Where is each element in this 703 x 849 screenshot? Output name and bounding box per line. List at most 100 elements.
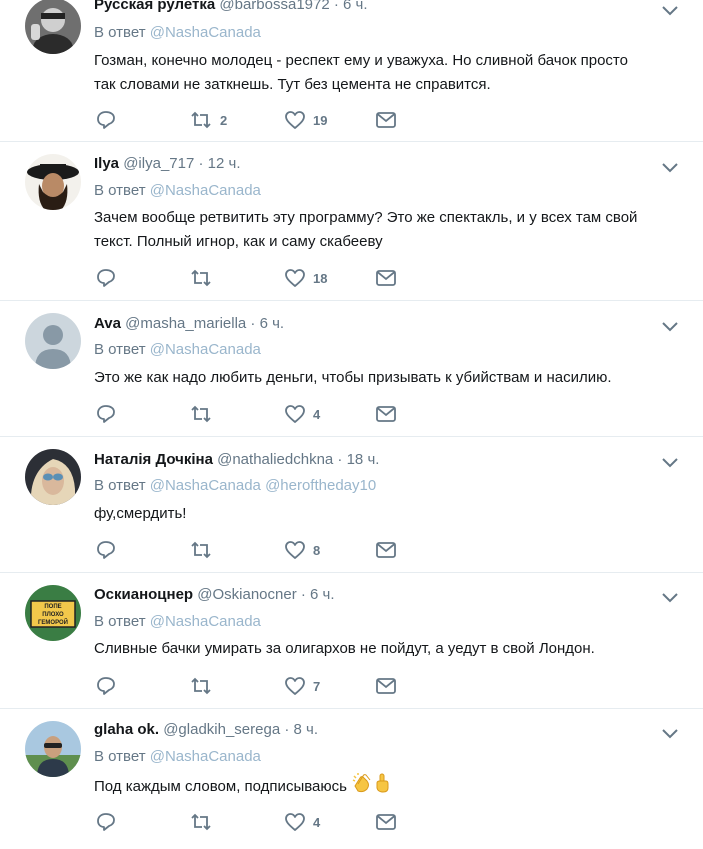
like-count: 8 (313, 542, 321, 558)
author-handle[interactable]: @masha_mariella (125, 315, 246, 332)
author-name[interactable]: Русская рулетка (94, 0, 215, 13)
retweet-icon (191, 111, 211, 129)
heart-icon (285, 677, 305, 695)
author-name[interactable]: Ilya (94, 155, 119, 172)
retweet-count: 2 (220, 112, 228, 128)
author-name[interactable]: Оскианоцнер (94, 586, 193, 603)
avatar[interactable] (25, 0, 81, 54)
reply-context: В ответ @NashaCanada (94, 182, 261, 199)
tweet-item: Русская рулетка @barbossa1972 · 6 ч. В о… (0, 0, 703, 142)
tweet-item: ПОПЕ ПЛОХО ГЕМОРОЙ Оскианоцнер @Oskianocne… (0, 573, 703, 709)
author-name[interactable]: Ava (94, 315, 121, 332)
message-button[interactable] (376, 674, 396, 698)
reply-button[interactable] (96, 810, 116, 834)
reply-context: В ответ @NashaCanada (94, 24, 261, 41)
avatar-sign-line: ПОПЕ (44, 604, 61, 610)
tweet-text: Под каждым словом, подписываюсь (94, 772, 694, 802)
avatar-sign-line: ГЕМОРОЙ (38, 618, 68, 626)
reply-button[interactable] (96, 674, 116, 698)
reply-button[interactable] (96, 108, 116, 132)
retweet-button[interactable] (190, 810, 220, 834)
retweet-button[interactable] (190, 674, 220, 698)
author-handle[interactable]: @Oskianocner (197, 586, 296, 603)
avatar[interactable]: ПОПЕ ПЛОХО ГЕМОРОЙ (25, 585, 81, 641)
avatar-sign-line: ПЛОХО (42, 612, 64, 618)
tweet-actions: 4 (96, 402, 416, 426)
author-name[interactable]: glaha ok. (94, 721, 159, 738)
like-count: 4 (313, 814, 321, 830)
heart-icon (285, 541, 305, 559)
message-button[interactable] (376, 402, 396, 426)
mention-link[interactable]: @NashaCanada (150, 341, 261, 358)
timestamp[interactable]: 6 ч. (343, 0, 368, 13)
author-handle[interactable]: @ilya_717 (123, 155, 194, 172)
avatar[interactable] (25, 154, 81, 210)
message-button[interactable] (376, 810, 396, 834)
tweet-actions: 8 (96, 538, 416, 562)
envelope-icon (376, 542, 396, 558)
reply-icon (97, 677, 115, 695)
heart-icon (285, 111, 305, 129)
like-button[interactable]: 18 (285, 266, 327, 290)
mention-link[interactable]: @heroftheday10 (265, 477, 376, 494)
tweet-item: Наталія Дочкіна @nathaliedchkna · 18 ч. … (0, 437, 703, 573)
tweet-text: Гозман, конечно молодец - респект ему и … (94, 52, 628, 93)
like-button[interactable]: 4 (285, 810, 320, 834)
retweet-icon (191, 405, 211, 423)
reply-button[interactable] (96, 266, 116, 290)
like-button[interactable]: 8 (285, 538, 320, 562)
like-button[interactable]: 7 (285, 674, 320, 698)
mention-link[interactable]: @NashaCanada (150, 24, 261, 41)
heart-icon (285, 405, 305, 423)
timestamp[interactable]: 6 ч. (310, 586, 335, 603)
author-name[interactable]: Наталія Дочкіна (94, 451, 213, 468)
reply-button[interactable] (96, 402, 116, 426)
like-button[interactable]: 19 (285, 108, 327, 132)
tweet-text: Это же как надо любить деньги, чтобы при… (94, 369, 612, 386)
retweet-icon (191, 677, 211, 695)
avatar[interactable] (25, 721, 81, 777)
author-handle[interactable]: @barbossa1972 (219, 0, 329, 13)
index-pointing-up-icon (373, 772, 391, 802)
like-button[interactable]: 4 (285, 402, 320, 426)
message-button[interactable] (376, 108, 396, 132)
timestamp[interactable]: 12 ч. (208, 155, 241, 172)
tweet-item: Ava @masha_mariella · 6 ч. В ответ @Nash… (0, 301, 703, 437)
avatar[interactable] (25, 449, 81, 505)
envelope-icon (376, 112, 396, 128)
tweet-actions: 4 (96, 810, 416, 834)
avatar[interactable] (25, 313, 81, 369)
chevron-down-icon[interactable] (662, 160, 678, 173)
retweet-button[interactable] (190, 402, 220, 426)
retweet-button[interactable] (190, 266, 220, 290)
mention-link[interactable]: @NashaCanada (150, 613, 261, 630)
message-button[interactable] (376, 538, 396, 562)
clapping-hands-icon (351, 772, 373, 802)
retweet-button[interactable] (190, 538, 220, 562)
retweet-icon (191, 541, 211, 559)
like-count: 19 (313, 112, 328, 128)
chevron-down-icon[interactable] (662, 726, 678, 739)
message-button[interactable] (376, 266, 396, 290)
tweet-actions: 2 19 (96, 108, 416, 132)
reply-icon (97, 405, 115, 423)
reply-context: В ответ @NashaCanada (94, 341, 261, 358)
tweet-item: Ilya @ilya_717 · 12 ч. В ответ @NashaCan… (0, 142, 703, 301)
mention-link[interactable]: @NashaCanada (150, 748, 261, 765)
timestamp[interactable]: 18 ч. (347, 451, 380, 468)
chevron-down-icon[interactable] (662, 590, 678, 603)
reply-context: В ответ @NashaCanada (94, 748, 261, 765)
chevron-down-icon[interactable] (662, 455, 678, 468)
mention-link[interactable]: @NashaCanada (150, 182, 261, 199)
chevron-down-icon[interactable] (662, 319, 678, 332)
heart-icon (285, 813, 305, 831)
timestamp[interactable]: 8 ч. (294, 721, 319, 738)
reply-icon (97, 813, 115, 831)
author-handle[interactable]: @nathaliedchkna (217, 451, 333, 468)
timestamp[interactable]: 6 ч. (260, 315, 285, 332)
reply-button[interactable] (96, 538, 116, 562)
chevron-down-icon[interactable] (662, 3, 678, 16)
author-handle[interactable]: @gladkih_serega (163, 721, 280, 738)
retweet-button[interactable]: 2 (190, 108, 227, 132)
mention-link[interactable]: @NashaCanada (150, 477, 261, 494)
